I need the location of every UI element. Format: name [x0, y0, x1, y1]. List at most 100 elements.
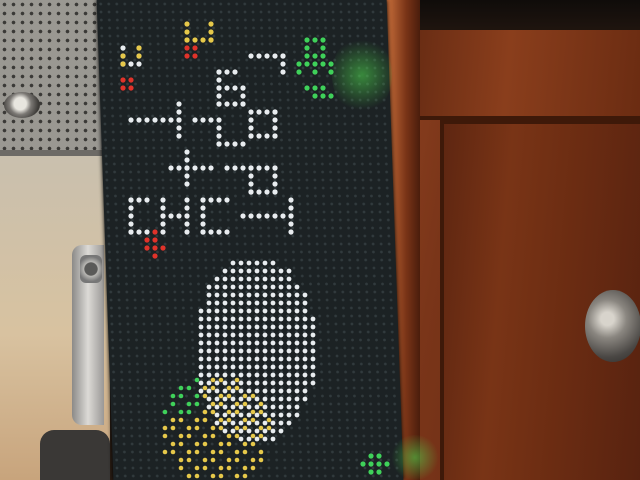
- led-pixel: [238, 308, 244, 314]
- led-pixel: [186, 473, 192, 479]
- led-pixel: [120, 85, 126, 91]
- led-pixel: [160, 197, 166, 203]
- led-pixel: [312, 93, 318, 99]
- led-pixel: [192, 45, 198, 51]
- led-pixel: [254, 276, 260, 282]
- led-pixel: [238, 396, 244, 402]
- led-pixel: [214, 316, 220, 322]
- led-pixel: [210, 433, 216, 439]
- led-pixel: [226, 465, 232, 471]
- led-pixel: [270, 420, 276, 426]
- led-pixel: [294, 316, 300, 322]
- led-pixel: [270, 404, 276, 410]
- led-pixel: [242, 473, 248, 479]
- led-pixel: [206, 364, 212, 370]
- led-pixel: [310, 324, 316, 330]
- led-pixel: [294, 404, 300, 410]
- led-pixel: [310, 332, 316, 338]
- led-pixel: [222, 364, 228, 370]
- led-pixel: [194, 441, 200, 447]
- led-pixel: [216, 85, 222, 91]
- led-pixel: [294, 324, 300, 330]
- led-pixel: [262, 292, 268, 298]
- led-pixel: [288, 205, 294, 211]
- led-pixel: [186, 449, 192, 455]
- led-pixel: [222, 284, 228, 290]
- led-pixel: [184, 37, 190, 43]
- led-pixel: [256, 53, 262, 59]
- led-pixel: [254, 340, 260, 346]
- led-pixel: [230, 276, 236, 282]
- led-pixel: [238, 284, 244, 290]
- led-pixel: [296, 69, 302, 75]
- led-pixel: [214, 340, 220, 346]
- led-pixel: [294, 372, 300, 378]
- led-pixel: [262, 348, 268, 354]
- led-pixel: [270, 292, 276, 298]
- led-pixel: [238, 316, 244, 322]
- led-pixel: [218, 473, 224, 479]
- ceiling-panel: [0, 0, 110, 156]
- led-pixel: [294, 292, 300, 298]
- led-pixel: [226, 417, 232, 423]
- led-pixel: [200, 117, 206, 123]
- led-pixel: [286, 276, 292, 282]
- led-pixel: [210, 377, 216, 383]
- led-pixel: [248, 189, 254, 195]
- led-pixel: [270, 276, 276, 282]
- led-pixel: [222, 372, 228, 378]
- led-pixel: [304, 37, 310, 43]
- led-pixel: [222, 276, 228, 282]
- led-pixel: [186, 457, 192, 463]
- led-pixel: [242, 449, 248, 455]
- led-pixel: [294, 356, 300, 362]
- led-pixel: [310, 348, 316, 354]
- led-pixel: [230, 396, 236, 402]
- led-pixel: [222, 332, 228, 338]
- led-pixel: [218, 377, 224, 383]
- led-pixel: [194, 473, 200, 479]
- led-pixel: [272, 189, 278, 195]
- led-pixel: [210, 425, 216, 431]
- led-pixel: [206, 308, 212, 314]
- led-pixel: [294, 332, 300, 338]
- led-pixel: [302, 340, 308, 346]
- led-pixel: [216, 229, 222, 235]
- led-pixel: [144, 245, 150, 251]
- led-pixel: [248, 181, 254, 187]
- led-pixel: [234, 425, 240, 431]
- led-pixel: [238, 364, 244, 370]
- led-pixel: [214, 324, 220, 330]
- led-pixel: [136, 197, 142, 203]
- led-pixel: [128, 229, 134, 235]
- led-pixel: [120, 45, 126, 51]
- led-pixel: [294, 300, 300, 306]
- led-pixel: [168, 213, 174, 219]
- led-pixel: [230, 380, 236, 386]
- led-pixel: [250, 441, 256, 447]
- green-glow-reflection-bottom: [390, 435, 440, 480]
- led-pixel: [222, 396, 228, 402]
- led-pixel: [286, 412, 292, 418]
- led-pixel: [200, 165, 206, 171]
- led-pixel: [170, 449, 176, 455]
- led-pixel: [230, 300, 236, 306]
- led-pixel: [272, 213, 278, 219]
- led-pixel: [258, 401, 264, 407]
- led-pixel: [262, 340, 268, 346]
- led-pixel: [184, 53, 190, 59]
- led-pixel: [186, 401, 192, 407]
- led-pixel: [288, 229, 294, 235]
- led-pixel: [176, 117, 182, 123]
- led-pixel: [278, 396, 284, 402]
- led-pixel: [206, 404, 212, 410]
- led-pixel: [230, 292, 236, 298]
- led-pixel: [242, 425, 248, 431]
- led-pixel: [238, 292, 244, 298]
- led-pixel: [278, 348, 284, 354]
- led-pixel: [226, 393, 232, 399]
- led-pixel: [230, 364, 236, 370]
- led-pixel: [320, 61, 326, 67]
- led-pixel: [302, 380, 308, 386]
- led-pixel: [270, 284, 276, 290]
